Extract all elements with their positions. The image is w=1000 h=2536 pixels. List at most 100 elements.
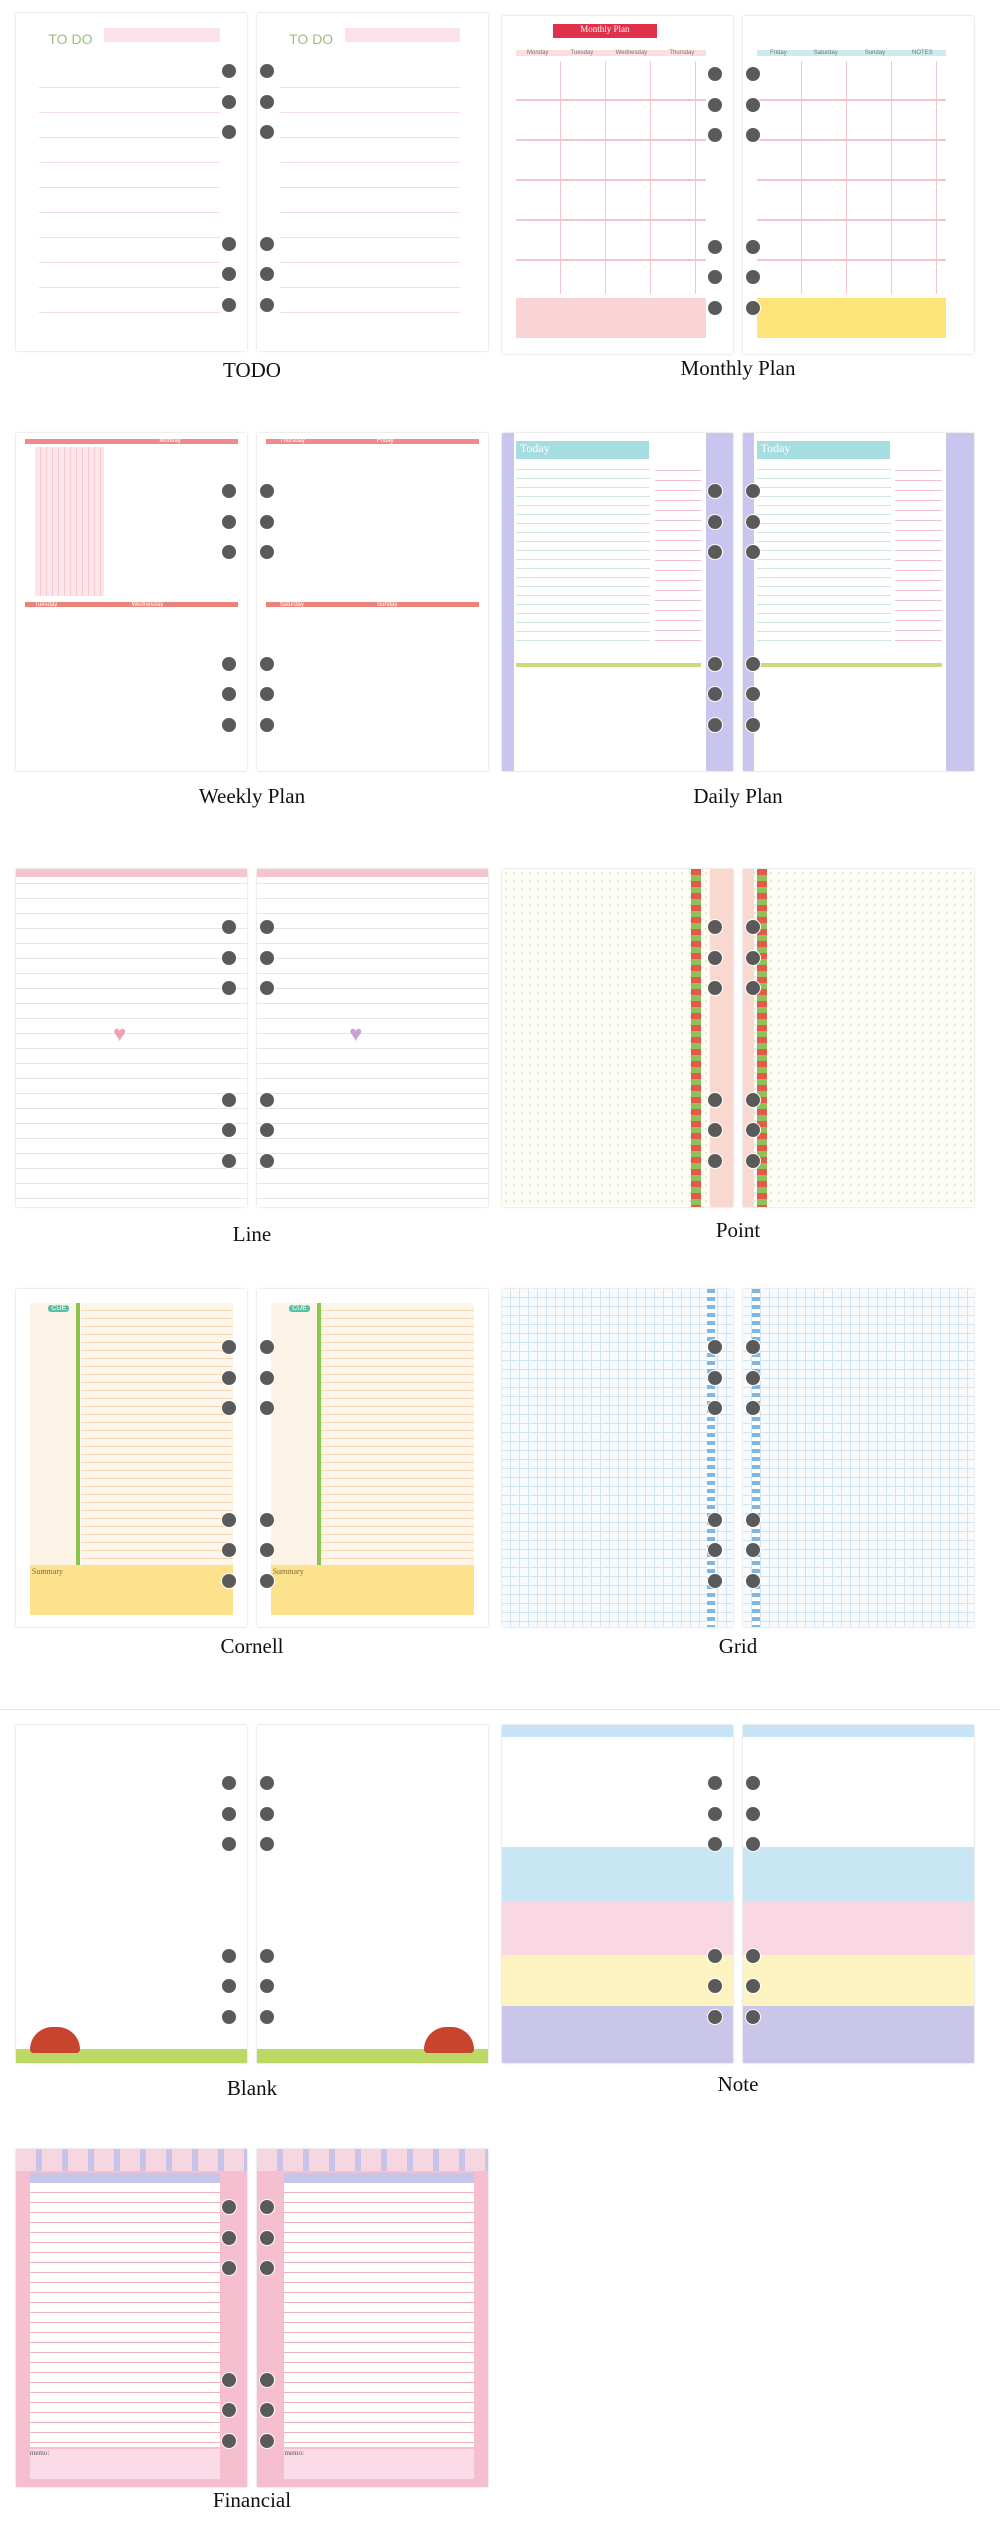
binder-hole bbox=[221, 2432, 238, 2449]
binder-hole bbox=[259, 2008, 276, 2025]
line-panel: ♥ ♥ bbox=[16, 869, 488, 1207]
caption-blank: Blank bbox=[226, 2076, 278, 2100]
binder-hole bbox=[221, 1152, 238, 1169]
todo-panel: TO DO TO DO bbox=[16, 13, 488, 351]
binder-hole bbox=[259, 1091, 276, 1108]
point-right-page bbox=[742, 869, 974, 1207]
binder-hole bbox=[707, 2008, 724, 2025]
note-right-page bbox=[742, 1725, 974, 2063]
day-label: Tuesday bbox=[570, 50, 594, 56]
binder-hole bbox=[259, 1369, 276, 1386]
financial-panel: memo: memo: bbox=[16, 2149, 488, 2487]
cue-label: CUE bbox=[48, 1305, 70, 1312]
binder-hole bbox=[745, 1805, 762, 1822]
day-label: Wednesday bbox=[615, 50, 648, 56]
line-right-page: ♥ bbox=[256, 869, 488, 1207]
binder-hole bbox=[745, 1947, 762, 1964]
summary-label: Summary bbox=[270, 1565, 475, 1615]
day-label: Saturday bbox=[279, 602, 304, 608]
todo-title: TO DO bbox=[289, 31, 334, 47]
summary-label: Summary bbox=[29, 1565, 234, 1615]
daily-panel: Today Today bbox=[502, 433, 974, 771]
caption-weekly: Weekly Plan bbox=[198, 784, 306, 808]
weekly-right-page: Thursday Friday Saturday Sunday bbox=[256, 433, 488, 771]
binder-hole bbox=[259, 1947, 276, 1964]
binder-hole bbox=[259, 1511, 276, 1528]
weekly-left-page: Monday Tuesday Wednesday bbox=[16, 433, 248, 771]
daily-right-page: Today bbox=[742, 433, 974, 771]
memo-label: memo: bbox=[284, 2449, 475, 2479]
today-label: Today bbox=[515, 441, 650, 459]
binder-hole bbox=[259, 1152, 276, 1169]
caption-line: Line bbox=[232, 1222, 272, 1246]
memo-label: memo: bbox=[29, 2449, 220, 2479]
blank-right-page bbox=[256, 1725, 488, 2063]
cornell-panel: CUE Summary CUE Summary bbox=[16, 1289, 488, 1627]
note-left-page bbox=[502, 1725, 734, 2063]
binder-hole bbox=[259, 1572, 276, 1589]
point-panel bbox=[502, 869, 974, 1207]
binder-hole bbox=[259, 655, 276, 672]
line-left-page: ♥ bbox=[16, 869, 248, 1207]
caption-cornell: Cornell bbox=[220, 1634, 284, 1658]
binder-hole bbox=[745, 1152, 762, 1169]
caption-note: Note bbox=[717, 2072, 759, 2096]
point-left-page bbox=[502, 869, 734, 1207]
financial-left-page: memo: bbox=[16, 2149, 248, 2487]
day-label: Thursday bbox=[279, 438, 305, 444]
day-label: Monday bbox=[159, 438, 181, 444]
binder-hole bbox=[259, 2229, 276, 2246]
grid-left-page bbox=[502, 1289, 734, 1627]
binder-hole bbox=[745, 949, 762, 966]
binder-hole bbox=[259, 93, 276, 110]
binder-hole bbox=[745, 513, 762, 530]
grid-right-page bbox=[742, 1289, 974, 1627]
binder-hole bbox=[259, 2371, 276, 2388]
binder-hole bbox=[259, 235, 276, 252]
caption-grid: Grid bbox=[718, 1634, 758, 1658]
day-label: Saturday bbox=[813, 50, 838, 56]
todo-left-page: TO DO bbox=[16, 13, 248, 351]
caption-point: Point bbox=[715, 1218, 761, 1242]
monthly-left-page: Monthly Plan Monday Tuesday Wednesday Thurs… bbox=[502, 16, 734, 354]
binder-hole bbox=[745, 1572, 762, 1589]
daily-left-page: Today bbox=[502, 433, 734, 771]
binder-hole bbox=[221, 296, 238, 313]
section-divider bbox=[0, 1709, 1000, 1710]
binder-hole bbox=[707, 299, 724, 316]
financial-right-page: memo: bbox=[256, 2149, 488, 2487]
cue-label: CUE bbox=[289, 1305, 310, 1312]
binder-hole bbox=[745, 1511, 762, 1528]
day-label: Monday bbox=[526, 50, 549, 56]
caption-monthly: Monthly Plan bbox=[680, 356, 796, 380]
caption-todo: TODO bbox=[223, 358, 281, 382]
monthly-banner: Monthly Plan bbox=[552, 24, 657, 38]
day-label: Wednesday bbox=[131, 602, 164, 608]
day-label: Sunday bbox=[376, 602, 398, 608]
todo-title: TO DO bbox=[48, 31, 93, 47]
binder-hole bbox=[221, 1572, 238, 1589]
binder-hole bbox=[221, 2008, 238, 2025]
caption-financial: Financial bbox=[212, 2488, 292, 2512]
cornell-left-page: CUE Summary bbox=[16, 1289, 248, 1627]
monthly-panel: Monthly Plan Monday Tuesday Wednesday Thurs… bbox=[502, 16, 974, 354]
binder-hole bbox=[745, 655, 762, 672]
day-label: Thursday bbox=[669, 50, 695, 56]
binder-hole bbox=[259, 513, 276, 530]
binder-hole bbox=[221, 716, 238, 733]
binder-hole bbox=[745, 96, 762, 113]
binder-hole bbox=[745, 1091, 762, 1108]
binder-hole bbox=[707, 1572, 724, 1589]
note-panel bbox=[502, 1725, 974, 2063]
notes-label: NOTES bbox=[912, 50, 933, 56]
binder-hole bbox=[259, 1805, 276, 1822]
day-label: Friday bbox=[770, 50, 787, 56]
grid-panel bbox=[502, 1289, 974, 1627]
binder-hole bbox=[745, 716, 762, 733]
monthly-right-page: Friday Saturday Sunday NOTES bbox=[742, 16, 974, 354]
binder-hole bbox=[259, 949, 276, 966]
weekly-panel: Monday Tuesday Wednesday Thursday Friday… bbox=[16, 433, 488, 771]
todo-right-page: TO DO bbox=[256, 13, 488, 351]
binder-hole bbox=[745, 2008, 762, 2025]
binder-hole bbox=[259, 296, 276, 313]
